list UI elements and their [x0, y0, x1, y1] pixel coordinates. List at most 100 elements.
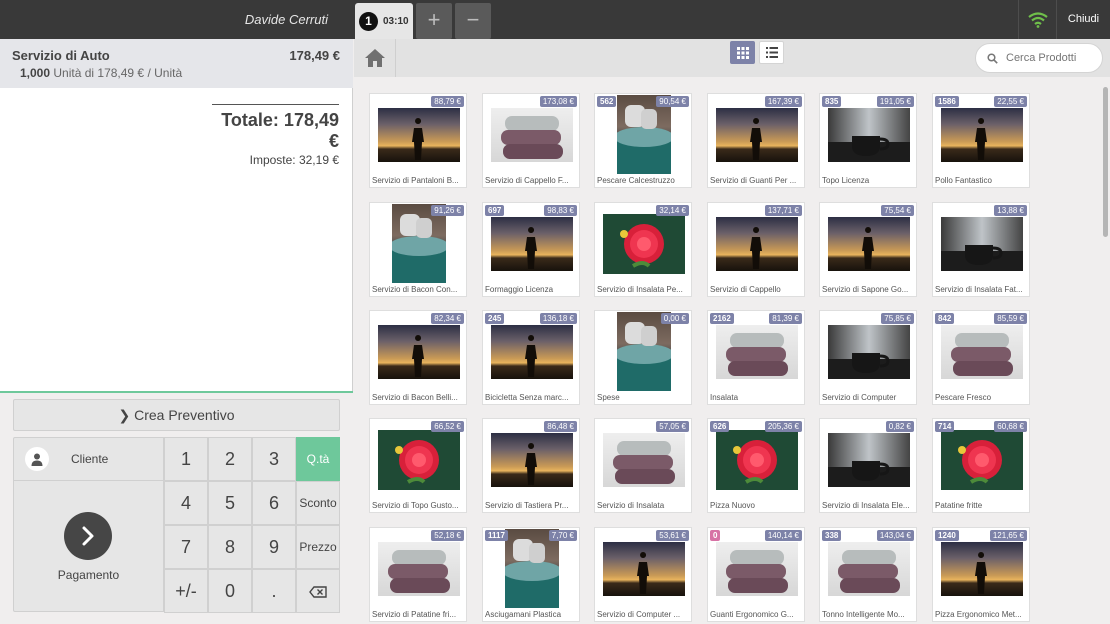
price-mode-button[interactable]: Prezzo [296, 525, 340, 569]
product-name: Servizio di Cappello [710, 285, 781, 294]
order-line-detail: 1,000 Unità di 178,49 € / Unità [20, 66, 182, 80]
product-name: Pollo Fantastico [935, 176, 992, 185]
product-card[interactable]: Pollo Fantastico 22,55 € 1586 [932, 93, 1030, 188]
create-quote-label: Crea Preventivo [134, 407, 235, 423]
product-card[interactable]: Pizza Nuovo 205,36 € 626 [707, 418, 805, 513]
list-view-button[interactable] [759, 41, 784, 64]
product-card[interactable]: Bicicletta Senza marc... 136,18 € 245 [482, 310, 580, 405]
add-order-button[interactable]: + [416, 3, 452, 39]
product-card[interactable]: Topo Licenza 191,05 € 835 [819, 93, 917, 188]
product-card[interactable]: Patatine fritte 60,68 € 714 [932, 418, 1030, 513]
product-name: Servizio di Insalata [597, 501, 665, 510]
numpad-key-7[interactable]: 7 [164, 525, 208, 569]
home-button[interactable] [354, 39, 396, 77]
product-name: Servizio di Topo Gusto... [372, 501, 459, 510]
product-card[interactable]: Asciugamani Plastica 7,70 € 1117 [482, 527, 580, 622]
product-card[interactable]: Servizio di Patatine fri... 52,18 € [369, 527, 467, 622]
product-price-badge: 85,59 € [994, 313, 1027, 324]
product-stock-badge: 697 [485, 205, 505, 216]
search-input[interactable] [1006, 52, 1096, 64]
order-tab[interactable]: 1 03:10 [355, 3, 413, 39]
customer-button[interactable]: Cliente [13, 437, 164, 481]
product-card[interactable]: Servizio di Bacon Con... 91,26 € [369, 202, 467, 297]
order-line[interactable]: Servizio di Auto 178,49 € 1,000 Unità di… [0, 39, 353, 88]
order-summary: Totale: 178,49 € Imposte: 32,19 € [212, 104, 339, 167]
product-price-badge: 0,82 € [885, 421, 914, 432]
backspace-icon [309, 586, 327, 598]
product-card[interactable]: Servizio di Cappello F... 173,08 € [482, 93, 580, 188]
product-price-badge: 90,54 € [656, 96, 689, 107]
product-card[interactable]: Formaggio Licenza 98,83 € 697 [482, 202, 580, 297]
dahlia-image [603, 214, 685, 274]
order-line-price: 178,49 € [289, 48, 340, 63]
product-price-badge: 32,14 € [656, 205, 689, 216]
product-card[interactable]: Servizio di Insalata Ele... 0,82 € [819, 418, 917, 513]
order-tax: Imposte: 32,19 € [249, 153, 339, 167]
payment-button[interactable]: Pagamento [13, 481, 164, 612]
product-card[interactable]: Servizio di Computer 75,85 € [819, 310, 917, 405]
order-pane: Servizio di Auto 178,49 € 1,000 Unità di… [0, 39, 353, 624]
product-card[interactable]: Insalata 81,39 € 2162 [707, 310, 805, 405]
create-quote-button[interactable]: ❯ Crea Preventivo [13, 399, 340, 431]
coffee-cup-image [828, 325, 910, 379]
order-line-unit: Unità di 178,49 € / Unità [53, 66, 183, 80]
discount-mode-button[interactable]: Sconto [296, 481, 340, 525]
product-name: Servizio di Insalata Fat... [935, 285, 1023, 294]
product-stock-badge: 338 [822, 530, 842, 541]
product-name: Servizio di Computer ... [597, 610, 681, 619]
product-card[interactable]: Servizio di Computer ... 53,61 € [594, 527, 692, 622]
product-card[interactable]: Servizio di Topo Gusto... 66,52 € [369, 418, 467, 513]
product-card[interactable]: Servizio di Insalata 57,05 € [594, 418, 692, 513]
product-card[interactable]: Pescare Fresco 85,59 € 842 [932, 310, 1030, 405]
numpad-key-2[interactable]: 2 [208, 437, 252, 481]
backspace-button[interactable] [296, 569, 340, 613]
numpad-key-0[interactable]: 0 [208, 569, 252, 613]
numpad-key-5[interactable]: 5 [208, 481, 252, 525]
product-card[interactable]: Pizza Ergonomico Met... 121,65 € 1240 [932, 527, 1030, 622]
product-name: Servizio di Insalata Ele... [822, 501, 910, 510]
numpad-key-4[interactable]: 4 [164, 481, 208, 525]
product-price-badge: 52,18 € [431, 530, 464, 541]
grid-view-button[interactable] [730, 41, 755, 64]
product-price-badge: 121,65 € [989, 530, 1027, 541]
sunset-image [491, 325, 573, 379]
product-card[interactable]: Servizio di Cappello 137,71 € [707, 202, 805, 297]
product-card[interactable]: Spese 0,00 € [594, 310, 692, 405]
product-price-badge: 82,34 € [431, 313, 464, 324]
numpad-key-decimal[interactable]: . [252, 569, 296, 613]
product-card[interactable]: Servizio di Guanti Per ... 167,39 € [707, 93, 805, 188]
product-card[interactable]: Pescare Calcestruzzo 90,54 € 562 [594, 93, 692, 188]
quantity-mode-button[interactable]: Q.tà [296, 437, 340, 481]
scrollbar[interactable] [1103, 87, 1108, 237]
numpad-key-8[interactable]: 8 [208, 525, 252, 569]
cashier-name[interactable]: Davide Cerruti [0, 0, 350, 39]
product-card[interactable]: Servizio di Insalata Fat... 13,88 € [932, 202, 1030, 297]
product-name: Guanti Ergonomico G... [710, 610, 794, 619]
list-icon [765, 47, 778, 58]
remove-order-button[interactable]: − [455, 3, 491, 39]
numpad-key-plus-minus[interactable]: +/- [164, 569, 208, 613]
product-card[interactable]: Servizio di Tastiera Pr... 86,48 € [482, 418, 580, 513]
numpad-key-9[interactable]: 9 [252, 525, 296, 569]
product-card[interactable]: Guanti Ergonomico G... 140,14 € 0 [707, 527, 805, 622]
product-price-badge: 205,36 € [764, 421, 802, 432]
coffee-cup-image [828, 433, 910, 487]
product-card[interactable]: Servizio di Bacon Belli... 82,34 € [369, 310, 467, 405]
product-name: Servizio di Bacon Con... [372, 285, 458, 294]
product-stock-badge: 714 [935, 421, 955, 432]
product-card[interactable]: Tonno Intelligente Mo... 143,04 € 338 [819, 527, 917, 622]
product-card[interactable]: Servizio di Pantaloni B... 88,79 € [369, 93, 467, 188]
product-name: Servizio di Computer [822, 393, 897, 402]
close-button[interactable]: Chiudi [1056, 0, 1110, 39]
numpad-key-3[interactable]: 3 [252, 437, 296, 481]
product-name: Pizza Nuovo [710, 501, 755, 510]
sunset-image [716, 217, 798, 271]
product-card[interactable]: Servizio di Insalata Pe... 32,14 € [594, 202, 692, 297]
sunset-image [828, 217, 910, 271]
product-card[interactable]: Servizio di Sapone Go... 75,54 € [819, 202, 917, 297]
numpad-key-1[interactable]: 1 [164, 437, 208, 481]
product-price-badge: 22,55 € [994, 96, 1027, 107]
sunset-image [378, 325, 460, 379]
numpad-key-6[interactable]: 6 [252, 481, 296, 525]
product-price-badge: 98,83 € [544, 205, 577, 216]
